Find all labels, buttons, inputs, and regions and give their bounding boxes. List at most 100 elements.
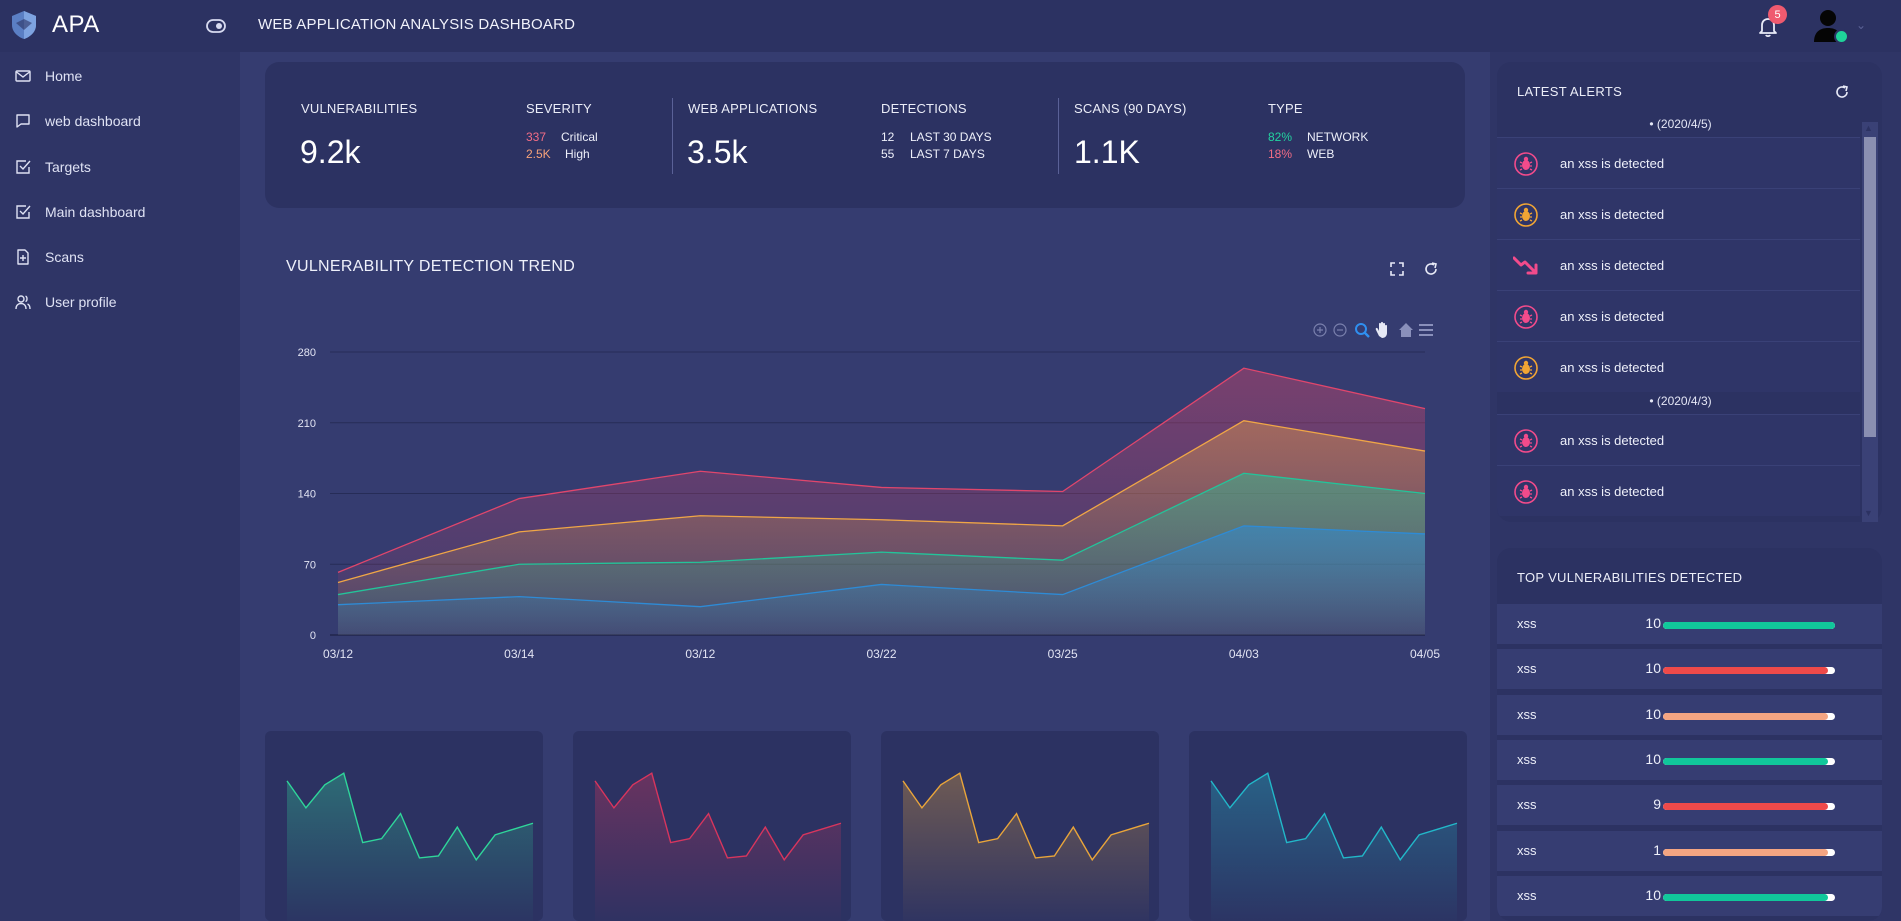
- severity-critical-text: Critical: [561, 130, 598, 144]
- pan-hand-icon[interactable]: [1375, 321, 1387, 338]
- type-label: TYPE: [1268, 101, 1303, 116]
- fullscreen-icon[interactable]: [1389, 261, 1405, 277]
- type-network-percent: 82%: [1268, 130, 1293, 144]
- sidebar-item-scans[interactable]: Scans: [15, 245, 84, 269]
- alert-item[interactable]: an xss is detected: [1497, 239, 1860, 290]
- refresh-icon[interactable]: [1834, 84, 1850, 100]
- x-tick-label: 04/05: [1410, 647, 1440, 661]
- trend-chart: 0 70 140 210 280 03/12 03/14 03/12 03/22 03/25 04/…: [298, 321, 1440, 661]
- vulnerabilities-value: 9.2k: [300, 134, 361, 170]
- type-network-text: NETWORK: [1307, 130, 1369, 144]
- vulnerabilities-label: VULNERABILITIES: [301, 101, 418, 116]
- vulnerability-row[interactable]: xss 10: [1497, 604, 1882, 644]
- alert-item[interactable]: an xss is detected: [1497, 341, 1860, 392]
- x-tick-label: 03/14: [504, 647, 534, 661]
- x-tick-label: 03/12: [323, 647, 353, 661]
- vulnerability-bar-fill: [1663, 803, 1829, 811]
- trend-title: VULNERABILITY DETECTION TREND: [286, 258, 576, 275]
- detections-30-days: 12 LAST 30 DAYS: [881, 130, 992, 144]
- top-bar: APA WEB APPLICATION ANALYSIS DASHBOARD 5…: [0, 0, 1901, 52]
- scrollbar-thumb[interactable]: [1864, 137, 1876, 437]
- vulnerability-bar-fill: [1663, 893, 1829, 901]
- checkbox-icon: [16, 160, 31, 174]
- alert-text: an xss is detected: [1560, 360, 1665, 375]
- top-vulnerabilities-title: TOP VULNERABILITIES DETECTED: [1517, 570, 1743, 585]
- brand[interactable]: APA: [10, 10, 100, 40]
- vulnerability-row[interactable]: xss 10: [1497, 694, 1882, 735]
- vulnerability-row[interactable]: xss 10: [1497, 875, 1882, 916]
- refresh-icon[interactable]: [1423, 261, 1439, 277]
- sparkline-area: [1211, 773, 1457, 921]
- menu-icon[interactable]: [1419, 324, 1433, 336]
- alert-item[interactable]: an xss is detected: [1497, 137, 1860, 188]
- mini-chart-card: [265, 731, 543, 921]
- alert-item[interactable]: an xss is detected: [1497, 414, 1860, 465]
- alert-text: an xss is detected: [1560, 207, 1665, 222]
- x-tick-label: 03/12: [685, 647, 715, 661]
- sidebar-item-label: Home: [45, 68, 83, 84]
- type-web-text: WEB: [1307, 147, 1335, 161]
- reset-home-icon[interactable]: [1399, 323, 1413, 337]
- users-icon: [15, 295, 31, 310]
- alert-text: an xss is detected: [1560, 309, 1665, 324]
- scroll-down-icon[interactable]: ▼: [1864, 508, 1873, 518]
- x-tick-label: 03/25: [1048, 647, 1078, 661]
- vulnerability-row[interactable]: xss 10: [1497, 739, 1882, 780]
- zoom-out-icon[interactable]: [1333, 323, 1347, 337]
- sparkline-area: [595, 773, 841, 921]
- sidebar-item-home[interactable]: Home: [15, 64, 82, 88]
- vulnerability-count: 1: [1653, 841, 1661, 858]
- page-title: WEB APPLICATION ANALYSIS DASHBOARD: [258, 16, 576, 33]
- vulnerability-name: xss: [1517, 887, 1537, 903]
- sparkline-area: [903, 773, 1149, 921]
- type-network: 82% NETWORK: [1268, 130, 1368, 144]
- mini-sparkline: [594, 772, 842, 921]
- web-applications-label: WEB APPLICATIONS: [688, 101, 818, 116]
- alert-item[interactable]: an xss is detected: [1497, 465, 1860, 516]
- scans-label: SCANS (90 DAYS): [1074, 101, 1187, 116]
- scroll-up-icon[interactable]: ▲: [1864, 123, 1873, 133]
- sidebar-item-targets[interactable]: Targets: [15, 155, 91, 179]
- vulnerability-bar-track: [1663, 667, 1835, 675]
- latest-alerts-card: LATEST ALERTS • (2020/4/5) an xss is dete…: [1497, 62, 1882, 522]
- vulnerability-bar-fill: [1663, 757, 1829, 765]
- chat-icon: [16, 114, 30, 128]
- zoom-in-icon[interactable]: [1313, 323, 1327, 337]
- y-tick-label: 0: [310, 630, 316, 642]
- alert-text: an xss is detected: [1560, 433, 1665, 448]
- sparkline-area: [287, 773, 533, 921]
- x-tick-label: 04/03: [1229, 647, 1259, 661]
- alert-date-group: • (2020/4/3): [1649, 394, 1712, 408]
- trend-down-icon: [1513, 256, 1538, 275]
- alert-item[interactable]: an xss is detected: [1497, 188, 1860, 239]
- web-applications-value: 3.5k: [687, 134, 748, 170]
- divider: [672, 98, 673, 174]
- chevron-down-icon[interactable]: ⌄: [1856, 18, 1866, 32]
- vulnerability-row[interactable]: xss 9: [1497, 785, 1882, 826]
- alert-item[interactable]: an xss is detected: [1497, 290, 1860, 341]
- vulnerability-bar-fill: [1663, 712, 1829, 720]
- x-tick-label: 03/22: [866, 647, 896, 661]
- sidebar-item-web-dashboard[interactable]: web dashboard: [15, 109, 141, 133]
- sidebar: [0, 52, 240, 921]
- vulnerability-row[interactable]: xss 10: [1497, 649, 1882, 690]
- vulnerability-row[interactable]: xss 1: [1497, 830, 1882, 871]
- zoom-select-icon[interactable]: [1355, 323, 1370, 338]
- severity-critical: 337 Critical: [526, 130, 598, 144]
- sidebar-item-main-dashboard[interactable]: Main dashboard: [15, 200, 145, 224]
- detections-30-text: LAST 30 DAYS: [910, 130, 992, 144]
- severity-critical-count: 337: [526, 130, 547, 144]
- vulnerability-name: xss: [1517, 842, 1537, 858]
- vulnerability-count: 10: [1645, 886, 1661, 903]
- vulnerability-bar-track: [1663, 712, 1835, 720]
- scans-value: 1.1K: [1074, 134, 1140, 170]
- vulnerability-name: xss: [1517, 797, 1537, 813]
- sidebar-item-user-profile[interactable]: User profile: [15, 290, 117, 314]
- sidebar-item-label: Targets: [45, 159, 91, 175]
- vulnerability-name: xss: [1517, 751, 1537, 767]
- sidebar-toggle-icon[interactable]: [206, 17, 226, 35]
- bug-icon: [1514, 356, 1538, 380]
- vulnerability-name: xss: [1517, 616, 1537, 631]
- type-web: 18% WEB: [1268, 147, 1334, 161]
- mini-sparkline: [286, 772, 534, 921]
